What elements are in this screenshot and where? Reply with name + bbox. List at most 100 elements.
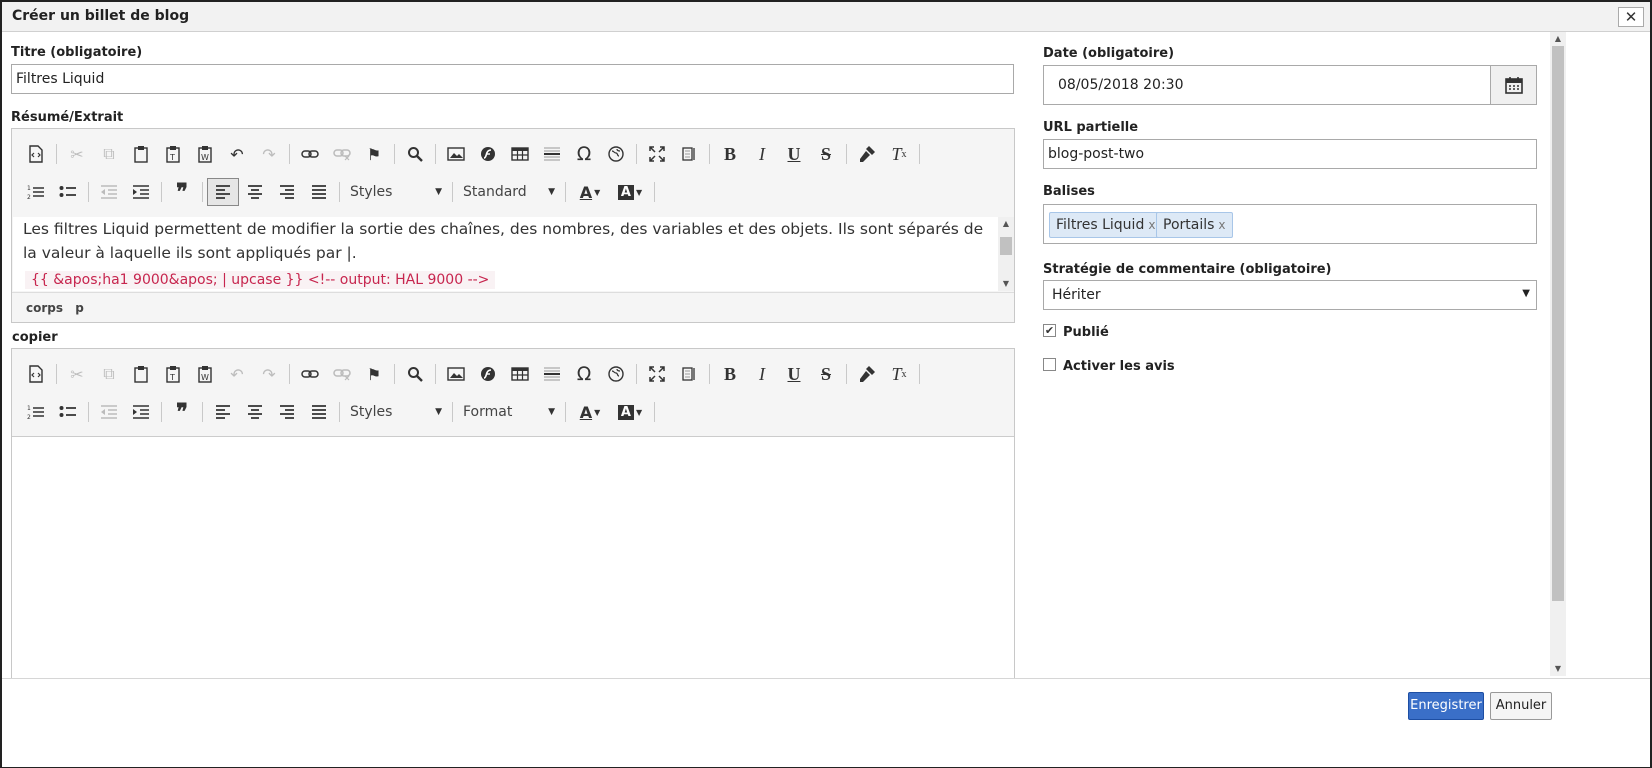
url-input[interactable] [1043, 139, 1537, 169]
outdent-icon[interactable] [93, 178, 125, 206]
show-blocks-icon[interactable] [673, 140, 705, 168]
paste-text-icon[interactable]: T [157, 140, 189, 168]
title-input[interactable] [11, 64, 1014, 94]
cut-icon[interactable]: ✂ [61, 140, 93, 168]
styles-dropdown[interactable]: Styles ▼ [344, 180, 448, 204]
published-checkbox[interactable]: ✔ [1043, 324, 1056, 337]
background-color-icon[interactable]: A ▼ [610, 178, 650, 206]
format-dropdown[interactable]: Standard ▼ [457, 180, 561, 204]
blockquote-icon[interactable]: ❞ [166, 178, 198, 206]
styles-dropdown[interactable]: Styles ▼ [344, 400, 448, 424]
blockquote-icon[interactable]: ❞ [166, 398, 198, 426]
italic-icon[interactable]: I [746, 360, 778, 388]
underline-icon[interactable]: U [778, 140, 810, 168]
summary-editor-content[interactable]: Les filtres Liquid permettent de modifie… [13, 217, 999, 291]
scroll-up-icon[interactable]: ▲ [1550, 32, 1566, 46]
maximize-icon[interactable] [641, 360, 673, 388]
table-icon[interactable] [504, 140, 536, 168]
scroll-down-icon[interactable]: ▼ [1550, 662, 1566, 676]
iframe-globe-icon[interactable] [600, 140, 632, 168]
redo-icon[interactable]: ↷ [253, 360, 285, 388]
bulleted-list-icon[interactable] [52, 398, 84, 426]
text-color-icon[interactable]: A ▼ [570, 398, 610, 426]
save-button[interactable]: Enregistrer [1408, 692, 1484, 720]
paste-icon[interactable] [125, 360, 157, 388]
horizontal-rule-icon[interactable] [536, 360, 568, 388]
element-path-p[interactable]: p [75, 301, 84, 315]
paste-word-icon[interactable]: W [189, 140, 221, 168]
special-char-icon[interactable]: Ω [568, 360, 600, 388]
scroll-thumb[interactable] [1552, 46, 1564, 601]
date-input[interactable] [1043, 65, 1491, 105]
remove-format-icon[interactable]: Tx [883, 140, 915, 168]
scroll-down-icon[interactable]: ▼ [998, 277, 1014, 291]
outdent-icon[interactable] [93, 398, 125, 426]
align-justify-icon[interactable] [303, 398, 335, 426]
copy-format-brush-icon[interactable] [851, 140, 883, 168]
cut-icon[interactable]: ✂ [61, 360, 93, 388]
unlink-icon[interactable] [326, 140, 358, 168]
anchor-flag-icon[interactable]: ⚑ [358, 140, 390, 168]
align-left-icon[interactable] [207, 398, 239, 426]
anchor-flag-icon[interactable]: ⚑ [358, 360, 390, 388]
calendar-button[interactable] [1490, 65, 1537, 105]
table-icon[interactable] [504, 360, 536, 388]
text-color-icon[interactable]: A ▼ [570, 178, 610, 206]
maximize-icon[interactable] [641, 140, 673, 168]
special-char-icon[interactable]: Ω [568, 140, 600, 168]
background-color-icon[interactable]: A ▼ [610, 398, 650, 426]
enable-reviews-checkbox[interactable] [1043, 358, 1056, 371]
scroll-thumb[interactable] [1000, 237, 1012, 255]
find-icon[interactable] [399, 140, 431, 168]
horizontal-rule-icon[interactable] [536, 140, 568, 168]
close-button[interactable]: ✕ [1618, 7, 1644, 27]
summary-editor-scrollbar[interactable]: ▲ ▼ [998, 217, 1014, 291]
comment-strategy-select[interactable]: Hériter ▼ [1043, 280, 1537, 310]
undo-icon[interactable]: ↶ [221, 360, 253, 388]
undo-icon[interactable]: ↶ [221, 140, 253, 168]
italic-icon[interactable]: I [746, 140, 778, 168]
redo-icon[interactable]: ↷ [253, 140, 285, 168]
iframe-globe-icon[interactable] [600, 360, 632, 388]
bold-icon[interactable]: B [714, 360, 746, 388]
flash-icon[interactable] [472, 140, 504, 168]
remove-format-icon[interactable]: Tx [883, 360, 915, 388]
element-path-body[interactable]: corps [26, 301, 63, 315]
scroll-up-icon[interactable]: ▲ [998, 217, 1014, 231]
bulleted-list-icon[interactable] [52, 178, 84, 206]
copy-format-brush-icon[interactable] [851, 360, 883, 388]
source-icon[interactable] [20, 360, 52, 388]
align-left-icon[interactable] [207, 178, 239, 206]
source-icon[interactable] [20, 140, 52, 168]
tag-remove-icon[interactable]: x [1148, 218, 1155, 232]
paste-icon[interactable] [125, 140, 157, 168]
copy-editor-content[interactable] [12, 436, 1014, 682]
numbered-list-icon[interactable]: 12 [20, 178, 52, 206]
strikethrough-icon[interactable]: S [810, 140, 842, 168]
copy-icon[interactable]: ⧉ [93, 360, 125, 388]
tags-input[interactable]: Filtres Liquid x Portails x [1043, 204, 1537, 244]
link-icon[interactable] [294, 360, 326, 388]
image-icon[interactable] [440, 360, 472, 388]
align-justify-icon[interactable] [303, 178, 335, 206]
underline-icon[interactable]: U [778, 360, 810, 388]
unlink-icon[interactable] [326, 360, 358, 388]
image-icon[interactable] [440, 140, 472, 168]
format-dropdown[interactable]: Format ▼ [457, 400, 561, 424]
tag-remove-icon[interactable]: x [1218, 218, 1225, 232]
align-right-icon[interactable] [271, 398, 303, 426]
cancel-button[interactable]: Annuler [1490, 692, 1552, 720]
indent-icon[interactable] [125, 178, 157, 206]
dialog-scrollbar[interactable]: ▲ ▼ [1550, 32, 1566, 676]
bold-icon[interactable]: B [714, 140, 746, 168]
paste-word-icon[interactable]: W [189, 360, 221, 388]
find-icon[interactable] [399, 360, 431, 388]
show-blocks-icon[interactable] [673, 360, 705, 388]
paste-text-icon[interactable]: T [157, 360, 189, 388]
align-right-icon[interactable] [271, 178, 303, 206]
align-center-icon[interactable] [239, 398, 271, 426]
link-icon[interactable] [294, 140, 326, 168]
flash-icon[interactable] [472, 360, 504, 388]
align-center-icon[interactable] [239, 178, 271, 206]
copy-icon[interactable]: ⧉ [93, 140, 125, 168]
